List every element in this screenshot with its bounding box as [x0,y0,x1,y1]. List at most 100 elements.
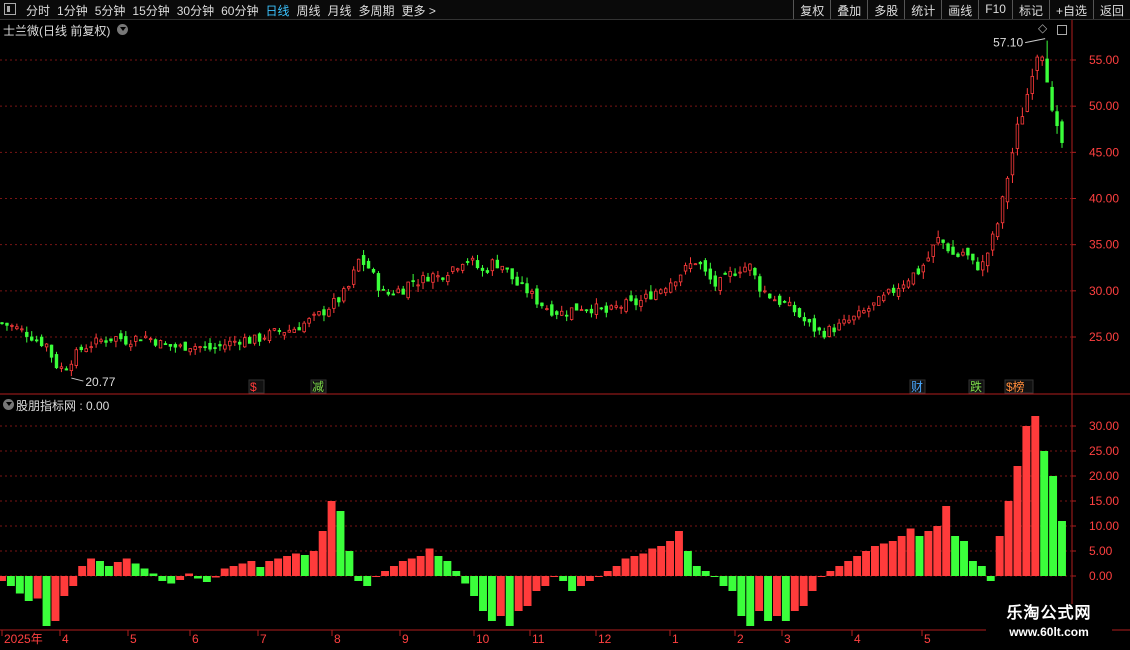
candle-body [39,336,44,347]
indicator-bar [755,576,764,611]
candle-body [243,337,247,348]
candle-body [381,288,386,291]
time-axis-label-6: 9 [402,632,409,646]
candle-body [460,263,465,271]
candle-body [153,339,158,346]
candle-body [297,327,301,331]
candle-body [1015,123,1020,149]
indicator-bar [176,576,185,580]
indicator-bar [336,511,345,576]
candle-body [267,330,272,342]
indicator-bar [220,568,229,576]
candle-body [322,309,326,316]
indicator-bar [354,576,363,581]
candle-body [639,299,643,307]
candle-body [168,344,173,347]
candle-body [708,268,713,280]
candle-body [619,306,623,309]
candle-body [480,267,485,271]
time-axis-label-0: 2025年 [4,632,43,646]
candle-body [743,266,747,273]
candle-body [104,340,108,343]
candle-body [748,263,752,271]
main-y-tick-label: 45.00 [1089,145,1119,159]
indicator-bar [1022,426,1031,576]
watermark-line2: www.60lt.com [1009,625,1089,639]
indicator-bar [692,566,701,576]
candle-body [857,310,861,318]
indicator-bar [33,576,42,599]
candle-body [54,354,59,369]
indicator-bar [1040,451,1049,576]
indicator-bar [247,561,256,576]
candle-body [842,319,846,324]
candle-body [1040,56,1044,62]
candle-body [673,281,678,287]
candle-body [738,271,742,274]
indicator-bar [514,576,523,611]
indicator-bar [897,536,906,576]
candle-body [827,325,831,337]
candle-body [946,243,950,252]
candle-body [881,294,886,302]
indicator-bar [790,576,799,611]
candle-body [718,277,722,291]
candle-body [1035,56,1039,71]
candle-body [797,308,802,318]
candle-body [901,284,906,289]
candle-body [282,332,287,336]
indicator-bar [256,567,265,576]
indicator-bar [274,558,283,576]
candle-body [1000,196,1005,224]
indicator-y-tick-label: 25.00 [1089,444,1119,458]
indicator-bar [1058,521,1066,576]
candle-body [456,268,460,271]
candle-body [25,331,29,337]
indicator-bar [995,536,1004,576]
indicator-bar [87,558,96,576]
candle-body [138,339,143,342]
indicator-bar [817,576,826,577]
indicator-bar [452,571,461,576]
indicator-bar [835,566,844,576]
indicator-bar [924,531,933,576]
candle-body [124,336,128,345]
candle-body [302,322,306,333]
candle-body [832,327,836,333]
indicator-bar [523,576,532,606]
chart-canvas[interactable]: 55.0050.0045.0040.0035.0030.0025.0030.00… [0,0,1130,650]
indicator-bar [951,536,960,576]
candle-body [555,311,559,315]
candle-body [34,339,39,342]
low-price-label: 20.77 [85,375,115,389]
candle-body [198,346,202,349]
time-axis-label-7: 10 [476,632,490,646]
candle-body [614,305,618,308]
candle-body [723,272,727,275]
indicator-bar [710,576,719,577]
candle-body [436,275,440,278]
candle-body [178,344,183,347]
indicator-bar [541,576,550,586]
indicator-bar [51,576,60,621]
candle-body [158,340,163,349]
candle-body [356,258,361,272]
candle-body [64,368,69,371]
candle-body [891,287,896,293]
indicator-bar [398,561,407,576]
candle-body [599,307,604,310]
indicator-bar [746,576,755,626]
candle-body [976,261,980,271]
candle-body [386,291,391,295]
indicator-bar [799,576,808,606]
candle-body [94,337,98,345]
candle-body [396,288,400,294]
indicator-bar [853,556,862,576]
candle-body [337,297,341,303]
candle-body [926,257,930,262]
indicator-bar [879,543,888,576]
indicator-bar [612,566,621,576]
indicator-bar [977,566,986,576]
indicator-bar [808,576,817,591]
candle-body [30,336,34,341]
